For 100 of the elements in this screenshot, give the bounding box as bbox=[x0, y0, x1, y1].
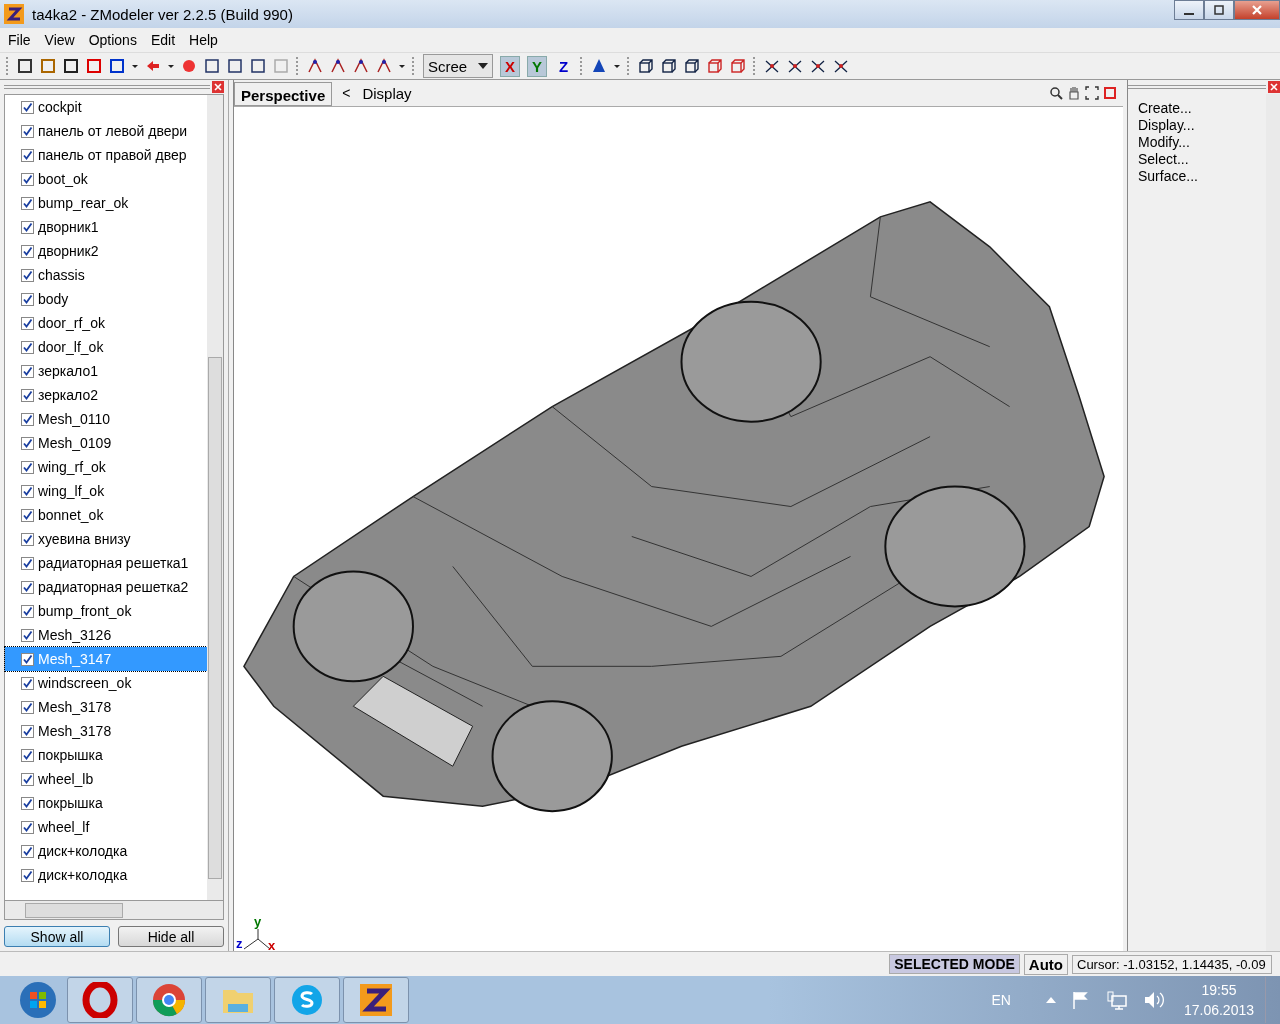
object-list-item[interactable]: cockpit bbox=[5, 95, 207, 119]
object-list-item[interactable]: door_rf_ok bbox=[5, 311, 207, 335]
visibility-checkbox[interactable] bbox=[21, 508, 34, 522]
menu-item[interactable]: View bbox=[38, 32, 83, 48]
visibility-checkbox[interactable] bbox=[21, 412, 34, 426]
visibility-checkbox[interactable] bbox=[21, 388, 34, 402]
viewport-tab[interactable]: Perspective bbox=[234, 82, 333, 106]
cube-icon[interactable] bbox=[661, 58, 678, 74]
object-list-item[interactable]: хуевина внизу bbox=[5, 527, 207, 551]
object-list-item[interactable]: wing_rf_ok bbox=[5, 455, 207, 479]
object-list-item[interactable]: дворник1 bbox=[5, 215, 207, 239]
visibility-checkbox[interactable] bbox=[21, 796, 34, 810]
menu-item[interactable]: Options bbox=[82, 32, 145, 48]
object-list-item[interactable]: bump_front_ok bbox=[5, 599, 207, 623]
object-list-item[interactable]: windscreen_ok bbox=[5, 671, 207, 695]
visibility-checkbox[interactable] bbox=[21, 724, 34, 738]
maximize-button[interactable] bbox=[1204, 0, 1234, 20]
cube-icon[interactable] bbox=[684, 58, 701, 74]
close-icon[interactable] bbox=[1268, 81, 1280, 93]
object-list-item[interactable]: boot_ok bbox=[5, 167, 207, 191]
object-list-item[interactable]: door_lf_ok bbox=[5, 335, 207, 359]
object-list-item[interactable]: покрышка bbox=[5, 791, 207, 815]
visibility-checkbox[interactable] bbox=[21, 220, 34, 234]
object-list-item[interactable]: bonnet_ok bbox=[5, 503, 207, 527]
visibility-checkbox[interactable] bbox=[21, 580, 34, 594]
visibility-checkbox[interactable] bbox=[21, 604, 34, 618]
close-button[interactable] bbox=[1234, 0, 1280, 20]
axis-toggle[interactable]: Z bbox=[554, 55, 574, 77]
object-list-item[interactable]: wheel_lb bbox=[5, 767, 207, 791]
close-icon[interactable] bbox=[212, 81, 224, 93]
object-list-item[interactable]: Mesh_3178 bbox=[5, 719, 207, 743]
taskbar-button[interactable] bbox=[343, 977, 409, 1023]
visibility-checkbox[interactable] bbox=[21, 676, 34, 690]
sphere-icon[interactable] bbox=[181, 58, 197, 74]
scrollbar[interactable] bbox=[4, 901, 224, 920]
visibility-checkbox[interactable] bbox=[21, 556, 34, 570]
menu-item[interactable]: Edit bbox=[144, 32, 184, 48]
visibility-checkbox[interactable] bbox=[21, 748, 34, 762]
object-list-item[interactable]: дворник2 bbox=[5, 239, 207, 263]
menu-item[interactable]: Help bbox=[183, 32, 226, 48]
object-list-item[interactable]: wing_lf_ok bbox=[5, 479, 207, 503]
view-dropdown[interactable]: Scree bbox=[423, 54, 493, 78]
scrollbar[interactable] bbox=[207, 95, 223, 900]
frame-icon[interactable] bbox=[1085, 86, 1099, 100]
object-list-item[interactable]: радиаторная решетка2 bbox=[5, 575, 207, 599]
visibility-checkbox[interactable] bbox=[21, 772, 34, 786]
visibility-checkbox[interactable] bbox=[21, 436, 34, 450]
visibility-checkbox[interactable] bbox=[21, 460, 34, 474]
object-list-item[interactable]: body bbox=[5, 287, 207, 311]
object-list-item[interactable]: зеркало2 bbox=[5, 383, 207, 407]
object-list-item[interactable]: радиаторная решетка1 bbox=[5, 551, 207, 575]
speaker-icon[interactable] bbox=[1142, 990, 1165, 1010]
object-list-item[interactable]: диск+колодка bbox=[5, 839, 207, 863]
minimize-button[interactable] bbox=[1174, 0, 1204, 20]
visibility-checkbox[interactable] bbox=[21, 820, 34, 834]
back-arrow-icon[interactable] bbox=[145, 58, 161, 74]
command-link[interactable]: Select... bbox=[1138, 151, 1256, 168]
start-orb-icon[interactable] bbox=[18, 980, 58, 1020]
command-link[interactable]: Display... bbox=[1138, 117, 1256, 134]
taskbar-button[interactable] bbox=[67, 977, 133, 1023]
search-icon[interactable] bbox=[1049, 86, 1063, 100]
visibility-checkbox[interactable] bbox=[21, 172, 34, 186]
visibility-checkbox[interactable] bbox=[21, 868, 34, 882]
visibility-checkbox[interactable] bbox=[21, 196, 34, 210]
visibility-checkbox[interactable] bbox=[21, 364, 34, 378]
object-list-item[interactable]: Mesh_3178 bbox=[5, 695, 207, 719]
object-list-item[interactable]: bump_rear_ok bbox=[5, 191, 207, 215]
panel-button[interactable]: Show all bbox=[4, 926, 110, 947]
object-list-item[interactable]: chassis bbox=[5, 263, 207, 287]
object-list-item[interactable]: панель от правой двер bbox=[5, 143, 207, 167]
object-list-item[interactable]: диск+колодка bbox=[5, 863, 207, 887]
visibility-checkbox[interactable] bbox=[21, 340, 34, 354]
visibility-checkbox[interactable] bbox=[21, 124, 34, 138]
visibility-checkbox[interactable] bbox=[21, 484, 34, 498]
visibility-checkbox[interactable] bbox=[21, 268, 34, 282]
object-list-item[interactable]: зеркало1 bbox=[5, 359, 207, 383]
visibility-checkbox[interactable] bbox=[21, 628, 34, 642]
scrollbar[interactable] bbox=[1266, 94, 1280, 951]
panel-button[interactable]: Hide all bbox=[118, 926, 224, 947]
object-list-item[interactable]: wheel_lf bbox=[5, 815, 207, 839]
command-link[interactable]: Surface... bbox=[1138, 168, 1256, 185]
visibility-checkbox[interactable] bbox=[21, 148, 34, 162]
cone-icon[interactable] bbox=[591, 58, 608, 74]
object-list-item[interactable]: Mesh_3126 bbox=[5, 623, 207, 647]
visibility-checkbox[interactable] bbox=[21, 652, 34, 666]
maximize-viewport-icon[interactable] bbox=[1103, 86, 1117, 100]
command-link[interactable]: Modify... bbox=[1138, 134, 1256, 151]
object-list-item[interactable]: покрышка bbox=[5, 743, 207, 767]
object-list-item[interactable]: Mesh_0110 bbox=[5, 407, 207, 431]
object-list-item[interactable]: панель от левой двери bbox=[5, 119, 207, 143]
visibility-checkbox[interactable] bbox=[21, 700, 34, 714]
panel-toggle[interactable]: < bbox=[342, 85, 351, 101]
visibility-checkbox[interactable] bbox=[21, 292, 34, 306]
visibility-checkbox[interactable] bbox=[21, 244, 34, 258]
command-link[interactable]: Create... bbox=[1138, 100, 1256, 117]
object-list-item[interactable]: Mesh_0109 bbox=[5, 431, 207, 455]
visibility-checkbox[interactable] bbox=[21, 844, 34, 858]
visibility-checkbox[interactable] bbox=[21, 100, 34, 114]
visibility-checkbox[interactable] bbox=[21, 532, 34, 546]
menu-item[interactable]: File bbox=[2, 32, 39, 48]
